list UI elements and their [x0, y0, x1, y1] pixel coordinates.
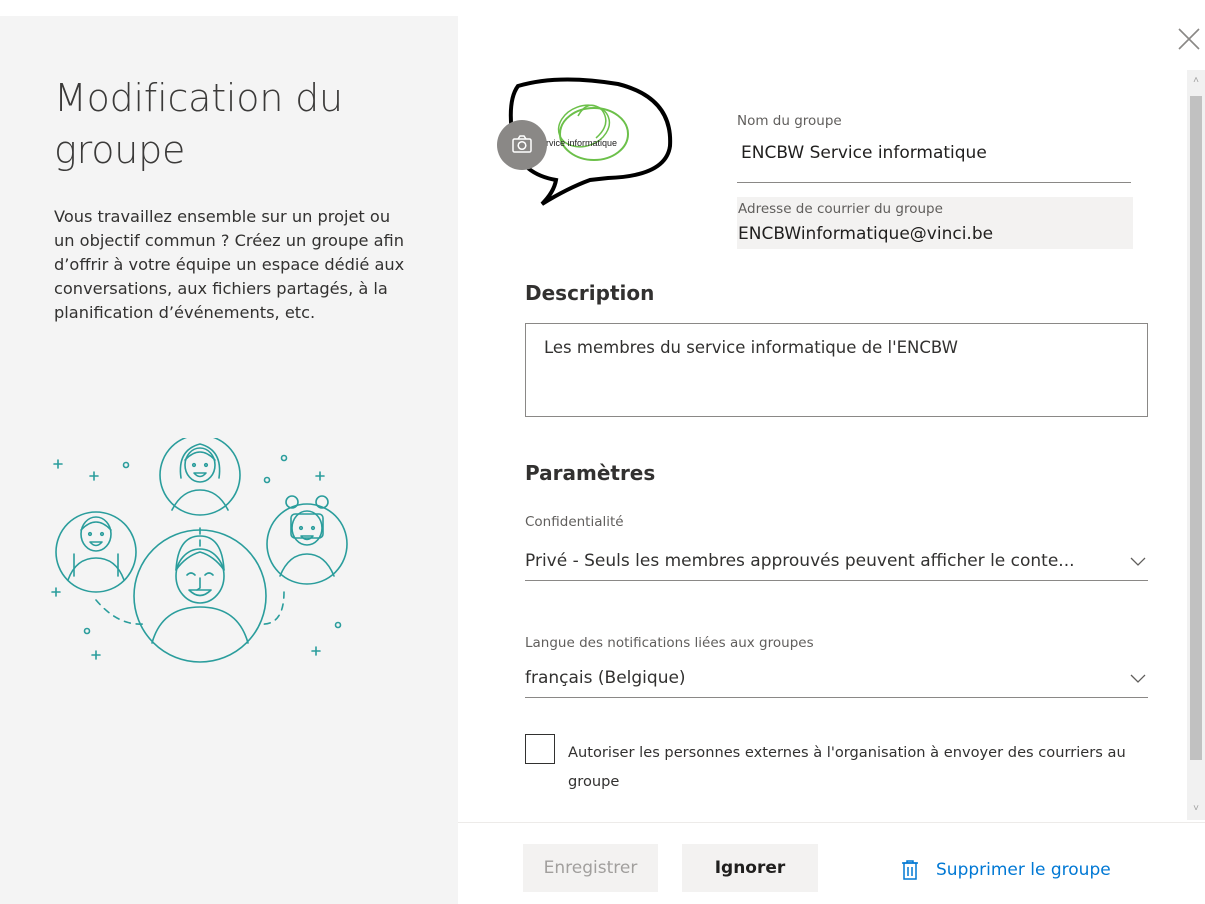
- group-name-label: Nom du groupe: [737, 113, 842, 129]
- delete-group-button[interactable]: Supprimer le groupe: [900, 855, 1111, 885]
- ignore-button[interactable]: Ignorer: [682, 844, 818, 892]
- scroll-thumb[interactable]: [1190, 96, 1202, 760]
- scrollbar[interactable]: ˄ ˅: [1187, 70, 1205, 820]
- group-name-field[interactable]: Nom du groupe ENCBW Service informatique: [737, 113, 1131, 183]
- description-heading: Description: [525, 281, 655, 305]
- scroll-down-arrow-icon[interactable]: ˅: [1187, 798, 1205, 820]
- close-icon[interactable]: [1176, 26, 1202, 52]
- group-email-label: Adresse de courrier du groupe: [738, 201, 943, 217]
- description-textarea[interactable]: Les membres du service informatique de l…: [525, 323, 1148, 417]
- save-button[interactable]: Enregistrer: [523, 844, 658, 892]
- dialog-intro: Vous travaillez ensemble sur un projet o…: [54, 207, 405, 322]
- language-label: Langue des notifications liées aux group…: [525, 635, 814, 651]
- settings-heading: Paramètres: [525, 461, 656, 485]
- footer-divider: [458, 822, 1205, 823]
- delete-group-label: Supprimer le groupe: [936, 860, 1111, 880]
- privacy-dropdown[interactable]: Privé - Seuls les membres approuvés peuv…: [525, 545, 1148, 581]
- group-email-value: ENCBWinformatique@vinci.be: [738, 224, 994, 244]
- group-people-illustration: [51, 438, 348, 663]
- external-senders-checkbox[interactable]: [525, 734, 555, 764]
- group-email-field: Adresse de courrier du groupe ENCBWinfor…: [737, 197, 1133, 249]
- group-name-input[interactable]: ENCBW Service informatique: [741, 143, 987, 163]
- external-senders-label: Autoriser les personnes externes à l'org…: [568, 744, 1126, 790]
- group-logo-text: rvice informatique: [546, 138, 617, 148]
- privacy-selected-value: Privé - Seuls les membres approuvés peuv…: [525, 551, 1075, 571]
- language-selected-value: français (Belgique): [525, 668, 686, 688]
- scroll-up-arrow-icon[interactable]: ˄: [1187, 70, 1205, 92]
- privacy-label: Confidentialité: [525, 514, 624, 530]
- language-dropdown[interactable]: français (Belgique): [525, 662, 1148, 698]
- dialog-title: Modification du groupe: [54, 76, 343, 172]
- trash-icon: [902, 860, 918, 880]
- chevron-down-icon: [1130, 674, 1146, 683]
- camera-icon[interactable]: [497, 120, 547, 170]
- chevron-down-icon: [1130, 557, 1146, 566]
